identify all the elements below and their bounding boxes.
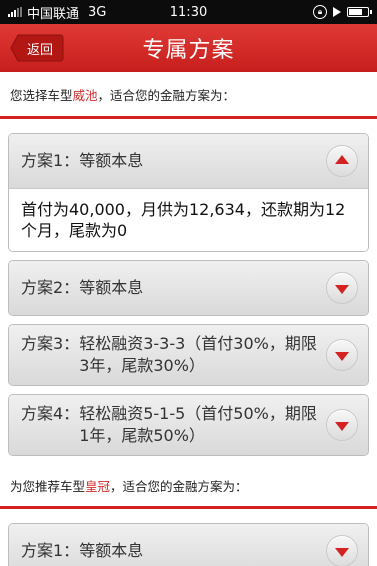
triangle-down-icon <box>335 422 349 431</box>
play-icon <box>333 7 341 17</box>
plan-header[interactable]: 方案2：等额本息 <box>9 261 368 315</box>
plan-title-prefix: 方案4： <box>21 404 80 423</box>
page-title: 专属方案 <box>142 38 235 63</box>
nav-bar: 返回 专属方案 <box>0 24 377 72</box>
triangle-down-icon <box>335 352 349 361</box>
plan-header[interactable]: 方案3： 轻松融资3-3-3（首付30%，期限3年，尾款30%） <box>9 325 368 385</box>
triangle-up-icon <box>335 155 349 164</box>
plan-header[interactable]: 方案1：等额本息 <box>9 134 368 188</box>
status-left: 中国联通 3G <box>8 3 106 22</box>
plan-title-text: 等额本息 <box>79 278 144 297</box>
plan-title: 方案3： 轻松融资3-3-3（首付30%，期限3年，尾款30%） <box>21 333 326 377</box>
section-divider <box>0 116 377 119</box>
section-label-post: ，适合您的金融方案为： <box>110 478 248 494</box>
back-button-label: 返回 <box>26 42 53 58</box>
carrier-name: 中国联通 <box>27 6 80 22</box>
plan-title-prefix: 方案3： <box>21 334 80 353</box>
signal-icon <box>8 7 22 17</box>
section-label-selected: 您选择车型 威池 ，适合您的金融方案为： <box>0 72 377 116</box>
expand-button[interactable] <box>326 272 358 304</box>
recommended-car-name[interactable]: 皇冠 <box>85 476 110 495</box>
plans-list-selected: 方案1：等额本息 首付为40,000，月供为12,634，还款期为12个月，尾款… <box>0 133 377 456</box>
expand-button[interactable] <box>326 535 358 566</box>
section-label-pre: 为您推荐车型 <box>10 478 86 494</box>
plan-title: 方案2：等额本息 <box>21 277 326 299</box>
rotation-lock-icon: 🔒︎ <box>313 5 327 19</box>
plan-card: 方案2：等额本息 <box>8 260 369 316</box>
battery-icon <box>347 7 372 17</box>
status-bar: 中国联通 3G 11:30 🔒︎ <box>0 0 377 24</box>
plan-card: 方案4： 轻松融资5-1-5（首付50%，期限1年，尾款50%） <box>8 394 369 456</box>
plan-title-text: 等额本息 <box>79 541 144 560</box>
plan-title-prefix: 方案1： <box>21 541 80 560</box>
back-button[interactable]: 返回 <box>10 34 64 62</box>
expand-button[interactable] <box>326 339 358 371</box>
plan-title-text: 等额本息 <box>79 151 144 170</box>
plans-list-recommended: 方案1：等额本息 <box>0 523 377 566</box>
plan-title: 方案1：等额本息 <box>21 540 326 562</box>
expand-button[interactable] <box>326 409 358 441</box>
plan-title-text: 轻松融资5-1-5（首付50%，期限1年，尾款50%） <box>79 404 317 445</box>
plan-title-prefix: 方案2： <box>21 278 80 297</box>
plan-card: 方案3： 轻松融资3-3-3（首付30%，期限3年，尾款30%） <box>8 324 369 386</box>
plan-card: 方案1：等额本息 首付为40,000，月供为12,634，还款期为12个月，尾款… <box>8 133 369 252</box>
plan-title: 方案4： 轻松融资5-1-5（首付50%，期限1年，尾款50%） <box>21 403 326 447</box>
plan-card: 方案1：等额本息 <box>8 523 369 566</box>
section-label-pre: 您选择车型 <box>10 87 73 103</box>
plan-title-prefix: 方案1： <box>21 151 80 170</box>
plan-title-text: 轻松融资3-3-3（首付30%，期限3年，尾款30%） <box>79 334 317 375</box>
triangle-down-icon <box>335 285 349 294</box>
collapse-button[interactable] <box>326 145 358 177</box>
section-label-post: ，适合您的金融方案为： <box>97 87 236 103</box>
selected-car-name[interactable]: 威池 <box>73 85 98 104</box>
plan-title: 方案1：等额本息 <box>21 150 326 172</box>
plan-header[interactable]: 方案4： 轻松融资5-1-5（首付50%，期限1年，尾款50%） <box>9 395 368 455</box>
status-right: 🔒︎ <box>313 5 372 19</box>
plan-detail: 首付为40,000，月供为12,634，还款期为12个月，尾款为0 <box>9 188 368 251</box>
triangle-down-icon <box>335 548 349 557</box>
network-type: 3G <box>88 4 107 20</box>
section-label-recommended: 为您推荐车型 皇冠 ，适合您的金融方案为： <box>0 464 377 506</box>
plan-header[interactable]: 方案1：等额本息 <box>9 524 368 566</box>
section-divider <box>0 506 377 509</box>
